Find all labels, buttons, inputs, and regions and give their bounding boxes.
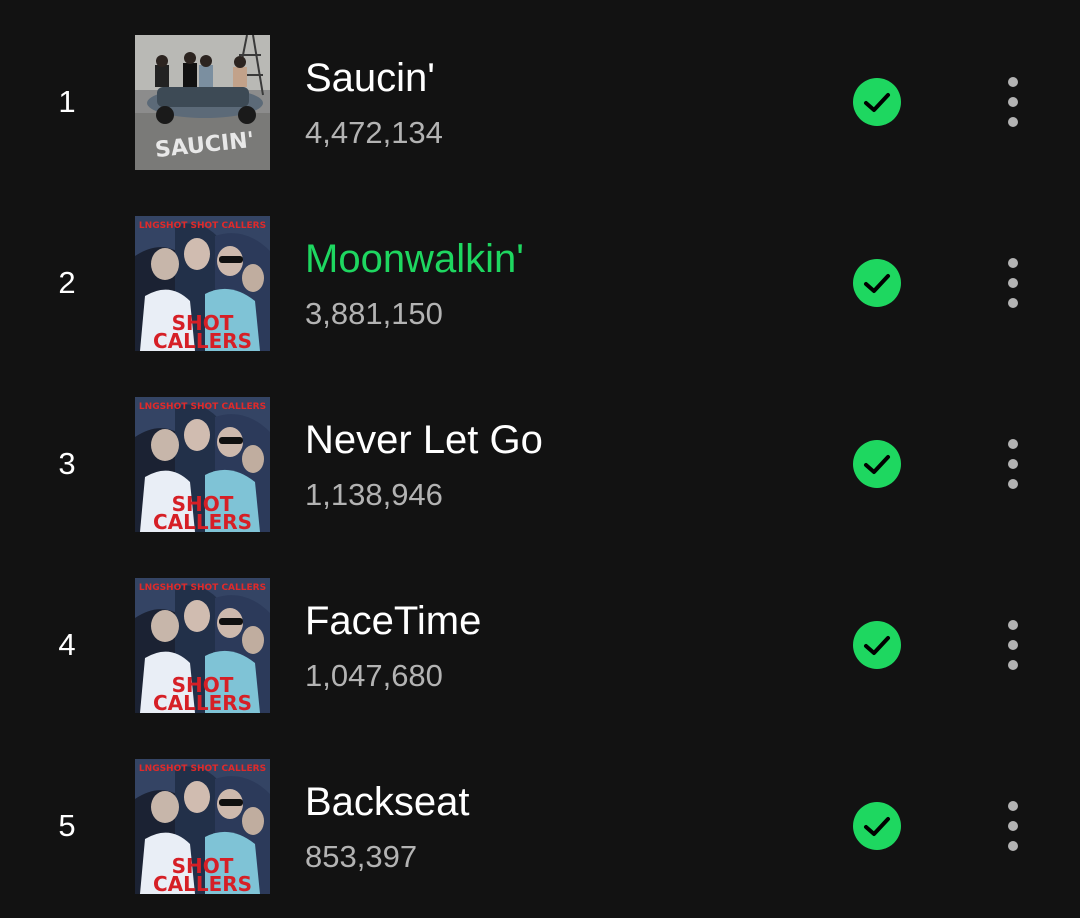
play-count: 853,397 bbox=[305, 839, 418, 874]
play-count: 1,047,680 bbox=[305, 658, 443, 693]
cover-label-text: LNGSHOT SHOT CALLERS bbox=[139, 221, 266, 231]
cover-title-callers: CALLERS bbox=[153, 510, 252, 532]
track-title: FaceTime bbox=[305, 599, 482, 643]
cover-title-callers: CALLERS bbox=[153, 872, 252, 894]
play-count: 4,472,134 bbox=[305, 115, 443, 150]
check-circle-icon bbox=[853, 78, 901, 126]
track-title-now-playing: Moonwalkin' bbox=[305, 237, 524, 281]
track-title: Saucin' bbox=[305, 56, 435, 100]
check-circle-icon bbox=[853, 440, 901, 488]
more-vertical-icon[interactable] bbox=[990, 70, 1036, 134]
track-rank: 2 bbox=[58, 265, 76, 300]
more-vertical-icon[interactable] bbox=[990, 251, 1036, 315]
album-cover-shot-callers: LNGSHOT SHOT CALLERS SHOT CALLERS bbox=[135, 578, 270, 713]
track-rank: 1 bbox=[58, 84, 76, 119]
cover-label-text: LNGSHOT SHOT CALLERS bbox=[139, 764, 266, 774]
more-vertical-icon[interactable] bbox=[990, 794, 1036, 858]
track-title: Never Let Go bbox=[305, 418, 543, 462]
track-title: Backseat bbox=[305, 780, 470, 824]
track-row-2[interactable]: 2 LNGSHOT SHOT CALLERS SHOT CALLERS Moon bbox=[0, 215, 1080, 396]
cover-label-text: LNGSHOT SHOT CALLERS bbox=[139, 583, 266, 593]
track-row-1[interactable]: 1 SAUCIN' Saucin' 4,472,134 bbox=[0, 34, 1080, 215]
play-count: 3,881,150 bbox=[305, 296, 443, 331]
play-count: 1,138,946 bbox=[305, 477, 443, 512]
track-row-4[interactable]: 4 LNGSHOT SHOT CALLERS SHOT CALLERS Face bbox=[0, 577, 1080, 758]
track-rank: 4 bbox=[58, 627, 76, 662]
check-circle-icon bbox=[853, 802, 901, 850]
popular-tracks-list: 1 SAUCIN' Saucin' 4,472,134 2 LNGSHOT SH… bbox=[0, 0, 1080, 918]
track-row-5[interactable]: 5 LNGSHOT SHOT CALLERS SHOT CALLERS Back bbox=[0, 758, 1080, 918]
cover-title-callers: CALLERS bbox=[153, 329, 252, 351]
album-cover-shot-callers: LNGSHOT SHOT CALLERS SHOT CALLERS bbox=[135, 397, 270, 532]
album-cover-shot-callers: LNGSHOT SHOT CALLERS SHOT CALLERS bbox=[135, 759, 270, 894]
track-rank: 3 bbox=[58, 446, 76, 481]
cover-title-callers: CALLERS bbox=[153, 691, 252, 713]
more-vertical-icon[interactable] bbox=[990, 432, 1036, 496]
check-circle-icon bbox=[853, 259, 901, 307]
track-row-3[interactable]: 3 LNGSHOT SHOT CALLERS SHOT CALLERS Neve bbox=[0, 396, 1080, 577]
cover-label-text: LNGSHOT SHOT CALLERS bbox=[139, 402, 266, 412]
more-vertical-icon[interactable] bbox=[990, 613, 1036, 677]
album-cover-shot-callers: LNGSHOT SHOT CALLERS SHOT CALLERS bbox=[135, 216, 270, 351]
check-circle-icon bbox=[853, 621, 901, 669]
album-cover-saucin: SAUCIN' bbox=[135, 35, 270, 170]
track-rank: 5 bbox=[58, 808, 76, 843]
